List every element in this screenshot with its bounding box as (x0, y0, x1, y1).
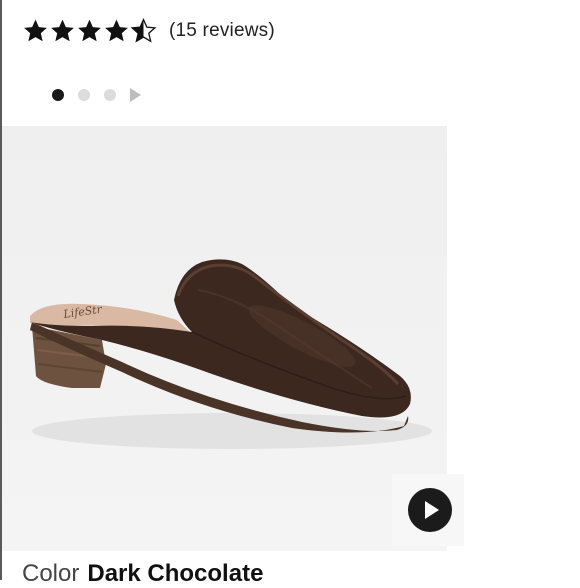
star-full-icon (76, 18, 103, 44)
rating-summary[interactable]: (15 reviews) (22, 14, 275, 48)
star-full-icon (49, 18, 76, 44)
star-rating (22, 18, 157, 44)
color-label: Color (22, 560, 80, 587)
product-image[interactable]: LifeStr (2, 126, 447, 551)
carousel-dot-3[interactable] (104, 89, 116, 101)
play-icon[interactable] (408, 488, 452, 532)
star-full-icon (103, 18, 130, 44)
star-half-icon (130, 18, 157, 44)
carousel-next-arrow-icon[interactable] (130, 88, 141, 102)
shoe-mule-image: LifeStr (30, 259, 432, 449)
star-full-icon (22, 18, 49, 44)
review-count-link[interactable]: (15 reviews) (169, 20, 275, 42)
carousel-dot-1[interactable] (52, 89, 64, 101)
carousel-dot-2[interactable] (78, 89, 90, 101)
color-selection: Color Dark Chocolate (22, 560, 263, 588)
video-thumbnail[interactable] (392, 474, 464, 546)
image-carousel-pagination (52, 86, 141, 104)
color-value: Dark Chocolate (87, 560, 264, 587)
